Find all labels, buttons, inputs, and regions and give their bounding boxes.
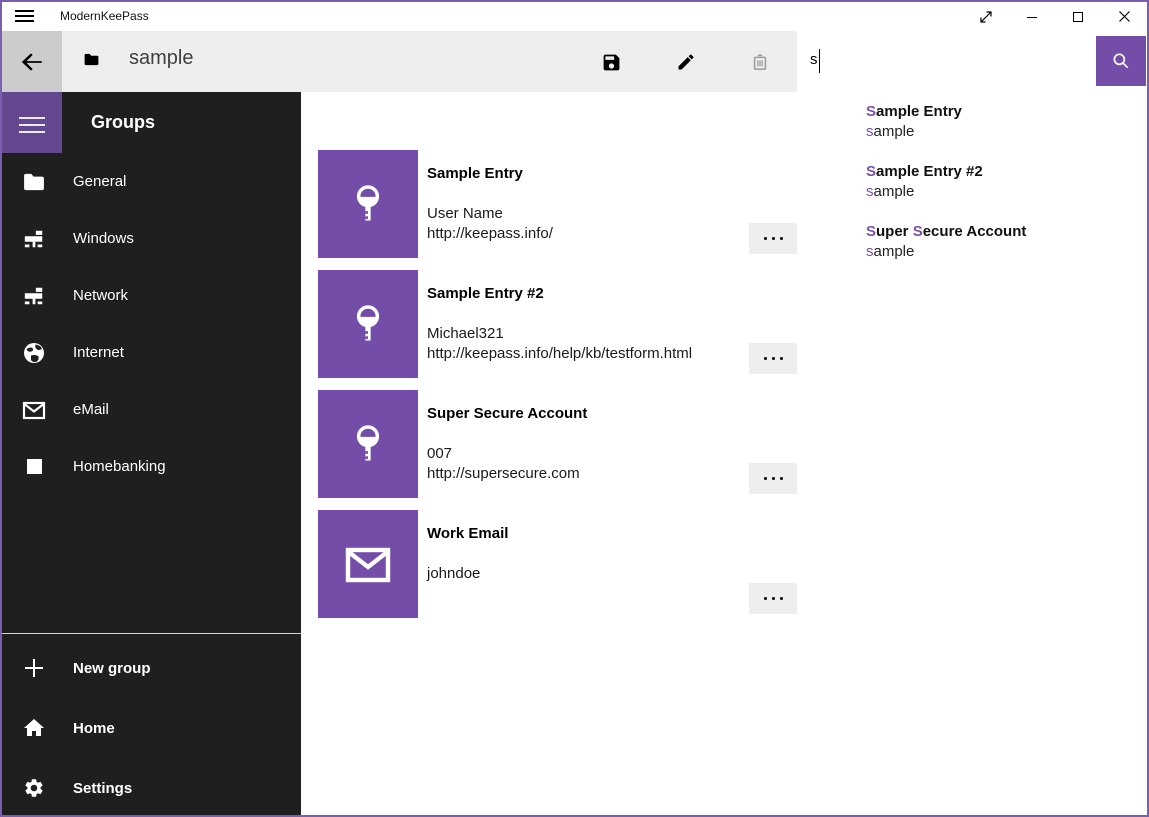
sidebar-item-label: Windows (73, 230, 134, 247)
entry-username: 007 (427, 444, 452, 464)
titlebar: ModernKeePass (2, 2, 1147, 31)
fullscreen-button[interactable] (963, 2, 1009, 31)
entry-tile[interactable] (318, 390, 418, 498)
key-icon (346, 302, 390, 346)
maximize-button[interactable] (1055, 2, 1101, 31)
entry-username: johndoe (427, 564, 480, 584)
entry-row[interactable]: Work Email johndoe (318, 510, 878, 618)
sidebar-item-homebanking[interactable]: Homebanking (2, 438, 301, 495)
entry-more-button[interactable] (749, 343, 797, 374)
envelope-icon (343, 544, 393, 584)
envelope-icon (22, 398, 46, 422)
sidebar-item-label: New group (73, 660, 151, 677)
entry-title: Sample Entry #2 (427, 284, 544, 304)
entry-row[interactable]: Sample Entry #2 Michael321 http://keepas… (318, 270, 878, 378)
search-suggestions: Sample Entry sample Sample Entry #2 samp… (797, 92, 1147, 272)
groups-heading: Groups (91, 92, 155, 153)
back-button[interactable] (2, 31, 62, 92)
sidebar-item-label: Network (73, 287, 128, 304)
entry-title: Super Secure Account (427, 404, 587, 424)
titlebar-hamburger-icon[interactable] (15, 9, 34, 23)
suggestion-title: Sample Entry #2 (866, 162, 1147, 182)
close-button[interactable] (1101, 2, 1147, 31)
entry-tile[interactable] (318, 510, 418, 618)
entry-row[interactable]: Super Secure Account 007 http://supersec… (318, 390, 878, 498)
entry-title: Sample Entry (427, 164, 523, 184)
suggestion-item[interactable]: Sample Entry sample (797, 97, 1147, 157)
sidebar-item-home[interactable]: Home (2, 698, 301, 758)
trash-icon (750, 52, 770, 72)
sidebar-item-internet[interactable]: Internet (2, 324, 301, 381)
sidebar-item-email[interactable]: eMail (2, 381, 301, 438)
minimize-icon (1026, 11, 1038, 23)
sidebar-item-label: Settings (73, 780, 132, 797)
entry-url: http://supersecure.com (427, 464, 580, 484)
suggestion-subtitle: sample (866, 122, 1147, 142)
hamburger-icon (19, 117, 45, 133)
back-arrow-icon (19, 49, 45, 75)
fullscreen-icon (979, 10, 993, 24)
square-icon (22, 455, 46, 479)
app-window: ModernKeePass (0, 0, 1149, 817)
maximize-icon (1072, 11, 1084, 23)
text-caret (819, 49, 820, 73)
sidebar: Groups General Windows (2, 92, 301, 815)
network-icon (22, 284, 46, 308)
floppy-save-icon (601, 52, 622, 73)
pencil-edit-icon (676, 52, 696, 72)
database-folder-icon (84, 53, 99, 66)
entry-username: User Name (427, 204, 503, 224)
entry-tile[interactable] (318, 270, 418, 378)
folder-icon (22, 170, 46, 194)
suggestion-title: Super Secure Account (866, 222, 1147, 242)
entry-url: http://keepass.info/help/kb/testform.htm… (427, 344, 692, 364)
app-toolbar: sample s (2, 31, 1147, 92)
close-icon (1118, 10, 1131, 23)
menu-button[interactable] (2, 92, 62, 153)
suggestion-title: Sample Entry (866, 102, 1147, 122)
key-icon (346, 182, 390, 226)
sidebar-item-new-group[interactable]: New group (2, 638, 301, 698)
entry-url: http://keepass.info/ (427, 224, 553, 244)
sidebar-item-settings[interactable]: Settings (2, 758, 301, 817)
sidebar-item-label: eMail (73, 401, 109, 418)
sidebar-item-general[interactable]: General (2, 153, 301, 210)
entry-more-button[interactable] (749, 463, 797, 494)
suggestion-subtitle: sample (866, 242, 1147, 262)
sidebar-item-label: Home (73, 720, 115, 737)
sidebar-item-label: General (73, 173, 126, 190)
entry-row[interactable]: Sample Entry User Name http://keepass.in… (318, 150, 878, 258)
window-title: ModernKeePass (60, 9, 149, 23)
entry-title: Work Email (427, 524, 508, 544)
minimize-button[interactable] (1009, 2, 1055, 31)
plus-icon (22, 656, 46, 680)
window-controls (963, 2, 1147, 31)
save-button[interactable] (587, 38, 635, 86)
search-button[interactable] (1096, 36, 1146, 86)
search-input[interactable]: s (810, 51, 818, 68)
suggestion-item[interactable]: Sample Entry #2 sample (797, 157, 1147, 217)
sidebar-item-network[interactable]: Network (2, 267, 301, 324)
search-box[interactable]: s (797, 31, 1147, 92)
edit-button[interactable] (662, 38, 710, 86)
globe-icon (22, 341, 46, 365)
entry-more-button[interactable] (749, 583, 797, 614)
sidebar-item-windows[interactable]: Windows (2, 210, 301, 267)
magnifier-icon (1111, 51, 1131, 71)
database-name: sample (129, 47, 193, 70)
gear-icon (22, 776, 46, 800)
entry-more-button[interactable] (749, 223, 797, 254)
suggestion-item[interactable]: Super Secure Account sample (797, 217, 1147, 277)
suggestion-subtitle: sample (866, 182, 1147, 202)
network-icon (22, 227, 46, 251)
key-icon (346, 422, 390, 466)
sidebar-item-label: Homebanking (73, 458, 166, 475)
delete-button[interactable] (736, 38, 784, 86)
entry-username: Michael321 (427, 324, 504, 344)
sidebar-item-label: Internet (73, 344, 124, 361)
entry-tile[interactable] (318, 150, 418, 258)
sidebar-divider (2, 633, 301, 634)
home-icon (22, 716, 46, 740)
